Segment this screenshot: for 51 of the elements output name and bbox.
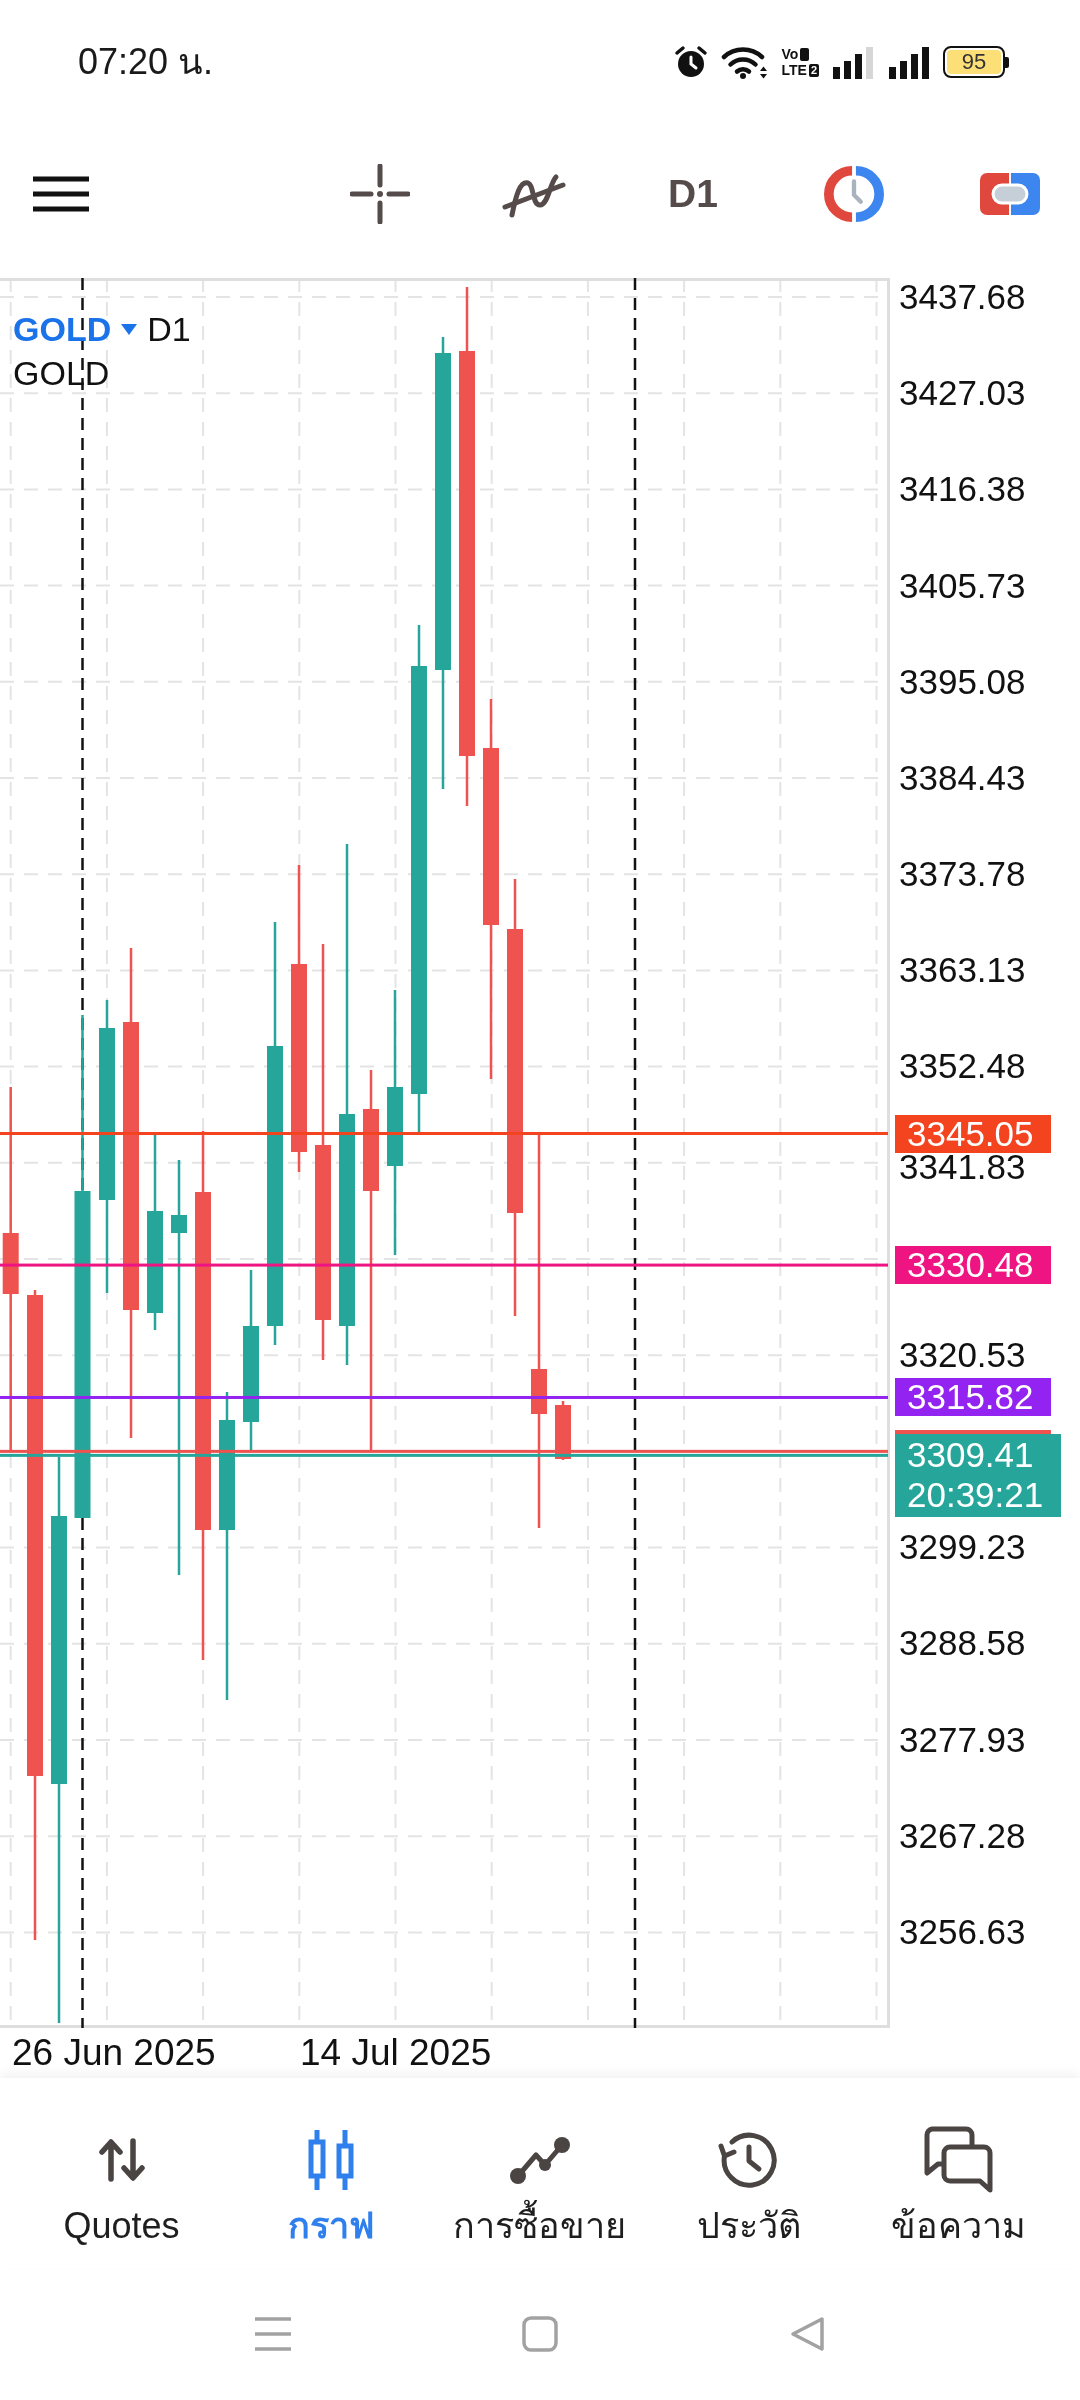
price-axis-label: 3299.23: [899, 1534, 1026, 1561]
nav-tab[interactable]: ประวัติ: [644, 2078, 854, 2268]
price-axis-label: 3405.73: [899, 572, 1026, 599]
price-axis-label: 3437.68: [899, 284, 1026, 310]
up-down-arrows-icon: [96, 2138, 147, 2182]
signal-icon: [831, 45, 875, 79]
price-tag: 3330.48: [895, 1246, 1051, 1285]
price-axis-label: 3416.38: [899, 476, 1026, 503]
clock-ring-icon[interactable]: [823, 164, 884, 224]
status-time: 07:20 น.: [78, 40, 214, 84]
price-axis-label: 3341.83: [899, 1153, 1026, 1180]
back-icon[interactable]: [789, 2316, 826, 2352]
crosshair-icon[interactable]: [350, 164, 410, 224]
price-axis-label: 3427.03: [899, 380, 1026, 407]
bid-price: 3309.41: [907, 1435, 1034, 1476]
chat-bubbles-icon: [922, 2126, 995, 2194]
alarm-clock-icon: [673, 44, 710, 80]
price-axis-label: 3352.48: [899, 1053, 1026, 1080]
wifi-icon: [721, 44, 770, 80]
price-axis-label: 3384.43: [899, 764, 1026, 791]
nav-tab[interactable]: การซื้อขาย: [435, 2078, 645, 2268]
nav-tab[interactable]: Quotes: [17, 2078, 227, 2268]
home-icon[interactable]: [522, 2316, 558, 2352]
price-axis-label: 3395.08: [899, 668, 1026, 695]
price-axis-label: 3320.53: [899, 1341, 1026, 1368]
symbol-selector[interactable]: GOLD: [13, 307, 138, 351]
volte-indicator: Vo LTE 2: [781, 46, 819, 78]
price-tag: 3315.82: [895, 1378, 1051, 1417]
nav-tab[interactable]: ข้อความ: [853, 2078, 1063, 2268]
line-graph-icon: [509, 2135, 571, 2185]
recent-apps-icon[interactable]: [253, 2316, 292, 2352]
price-axis-label: 3288.58: [899, 1630, 1026, 1657]
caret-icon: [121, 323, 138, 335]
price-axis-label: 3373.78: [899, 861, 1026, 888]
price-axis-label: 3277.93: [899, 1726, 1026, 1753]
menu-icon[interactable]: [33, 176, 89, 212]
timeframe-button[interactable]: D1: [668, 170, 718, 218]
signal-icon: [887, 45, 931, 79]
price-axis-label: 3363.13: [899, 957, 1026, 984]
price-axis-label: 3256.63: [899, 1919, 1026, 1945]
price-tag: 3345.05: [895, 1114, 1051, 1153]
timeframe-label: D1: [147, 309, 191, 350]
battery-indicator: 95: [943, 46, 1009, 78]
date-axis-label: 14 Jul 2025: [300, 2032, 492, 2073]
price-axis-label: 3267.28: [899, 1822, 1026, 1849]
candle-countdown: 20:39:21: [907, 1475, 1044, 1516]
switch-icon[interactable]: [979, 173, 1040, 215]
date-axis-label: 26 Jun 2025: [12, 2032, 216, 2073]
candle: [555, 1401, 571, 1460]
symbol-description: GOLD: [13, 353, 111, 394]
nav-tab[interactable]: กราฟ: [226, 2078, 436, 2268]
